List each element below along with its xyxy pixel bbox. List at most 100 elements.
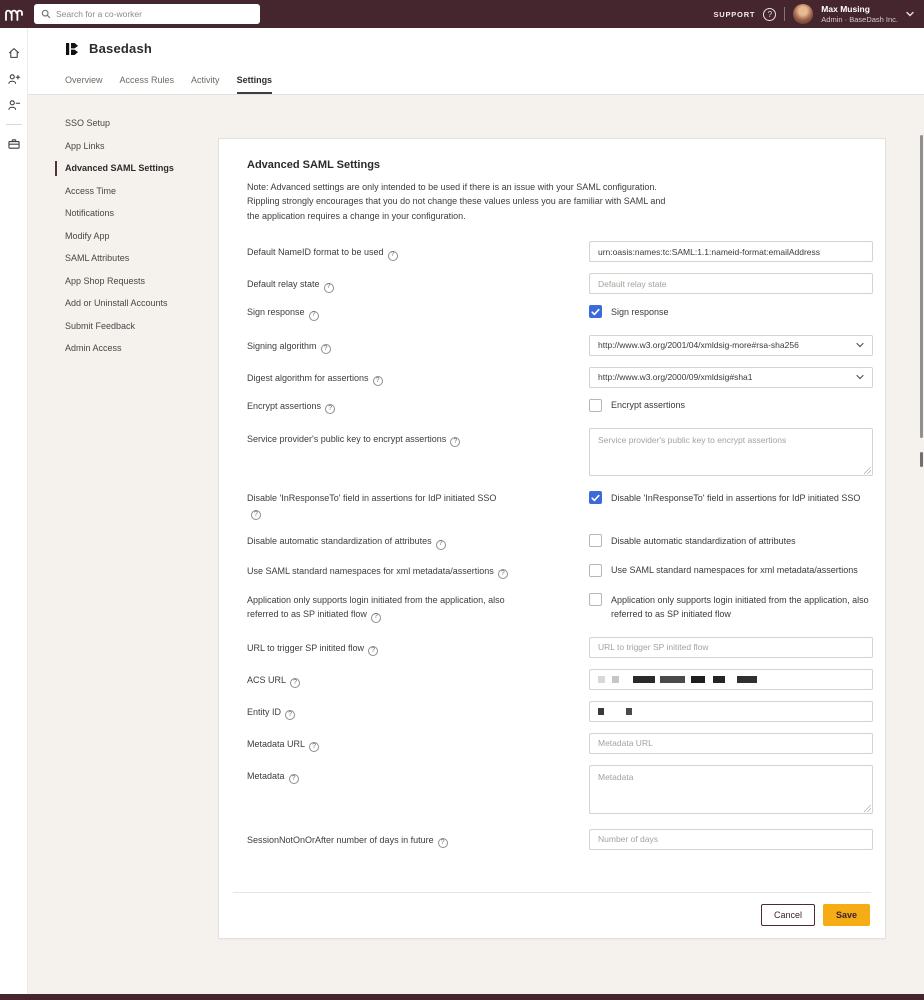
help-icon[interactable]: ? (368, 646, 378, 656)
redaction-block (626, 708, 632, 715)
support-link[interactable]: SUPPORT (713, 10, 755, 19)
checkbox-checked-icon[interactable] (589, 491, 602, 504)
redaction-block (598, 676, 605, 683)
select-value: http://www.w3.org/2001/04/xmldsig-more#r… (598, 340, 799, 350)
help-icon[interactable]: ? (324, 283, 334, 293)
form-row-metadata-url: Metadata URL? (247, 733, 857, 754)
checkbox-unchecked-icon[interactable] (589, 399, 602, 412)
field-control (589, 273, 873, 294)
sp-public-key-textarea[interactable] (589, 428, 873, 476)
form-row-sp-flow-url: URL to trigger SP initited flow? (247, 637, 857, 658)
sidebar-item-add-or-uninstall-accounts[interactable]: Add or Uninstall Accounts (65, 292, 220, 315)
sp-initiated-only-checkbox[interactable]: Application only supports login initiate… (589, 593, 873, 621)
help-icon[interactable]: ? (450, 437, 460, 447)
briefcase-icon[interactable] (0, 131, 28, 157)
sidebar-item-modify-app[interactable]: Modify App (65, 225, 220, 248)
resize-grip-icon[interactable] (864, 467, 871, 474)
save-button[interactable]: Save (823, 904, 870, 926)
help-icon[interactable]: ? (285, 710, 295, 720)
help-icon[interactable]: ? (290, 678, 300, 688)
disable-inresponseto-checkbox[interactable]: Disable 'InResponseTo' field in assertio… (589, 491, 873, 505)
field-label-text: Metadata URL (247, 739, 305, 749)
help-icon[interactable]: ? (371, 613, 381, 623)
tab-activity[interactable]: Activity (191, 75, 220, 94)
tab-overview[interactable]: Overview (65, 75, 103, 94)
home-icon[interactable] (0, 40, 28, 66)
redaction-block (633, 676, 655, 683)
scrollbar-thumb-small[interactable] (920, 452, 923, 467)
session-not-on-or-after-input[interactable] (589, 829, 873, 850)
digest-algorithm-select[interactable]: http://www.w3.org/2000/09/xmldsig#sha1 (589, 367, 873, 388)
sidebar-item-label: SAML Attributes (65, 253, 129, 263)
help-icon[interactable]: ? (251, 510, 261, 520)
form-row-entity-id: Entity ID? (247, 701, 857, 722)
encrypt-assertions-checkbox[interactable]: Encrypt assertions (589, 399, 873, 413)
remove-user-icon[interactable] (0, 92, 28, 118)
field-label: Service provider's public key to encrypt… (247, 428, 509, 447)
disable-standardization-checkbox[interactable]: Disable automatic standardization of att… (589, 534, 873, 548)
field-control: Disable automatic standardization of att… (589, 534, 873, 548)
avatar[interactable] (793, 4, 813, 24)
chevron-down-icon (856, 342, 864, 348)
sidebar-item-app-links[interactable]: App Links (65, 135, 220, 158)
help-icon[interactable]: ? (289, 774, 299, 784)
signing-algorithm-select[interactable]: http://www.w3.org/2001/04/xmldsig-more#r… (589, 335, 873, 356)
checkbox-label: Disable 'InResponseTo' field in assertio… (611, 491, 860, 505)
checkbox-unchecked-icon[interactable] (589, 593, 602, 606)
sidebar-item-access-time[interactable]: Access Time (65, 180, 220, 203)
help-icon[interactable]: ? (309, 742, 319, 752)
page-title: Basedash (89, 41, 152, 56)
panel-title: Advanced SAML Settings (247, 159, 857, 171)
sp-flow-url-input[interactable] (589, 637, 873, 658)
resize-grip-icon[interactable] (864, 805, 871, 812)
cancel-button[interactable]: Cancel (761, 904, 815, 926)
help-icon[interactable]: ? (321, 344, 331, 354)
scrollbar-thumb[interactable] (920, 135, 923, 438)
sidebar-item-submit-feedback[interactable]: Submit Feedback (65, 315, 220, 338)
field-control (589, 701, 873, 722)
field-label-text: Default relay state (247, 279, 320, 289)
field-control (589, 241, 873, 262)
user-menu[interactable]: Max Musing Admin · BaseDash Inc. (821, 4, 898, 24)
sidebar-item-sso-setup[interactable]: SSO Setup (65, 112, 220, 135)
checkbox-unchecked-icon[interactable] (589, 564, 602, 577)
help-icon[interactable]: ? (438, 838, 448, 848)
sidebar-item-label: SSO Setup (65, 118, 110, 128)
tab-access-rules[interactable]: Access Rules (120, 75, 175, 94)
topbar-divider (784, 7, 785, 21)
field-label: Signing algorithm? (247, 335, 509, 354)
tab-settings[interactable]: Settings (237, 75, 273, 94)
chevron-down-icon (856, 374, 864, 380)
sidebar-item-advanced-saml-settings[interactable]: Advanced SAML Settings (65, 157, 220, 180)
help-icon[interactable]: ? (498, 569, 508, 579)
field-label: Default NameID format to be used? (247, 241, 509, 260)
default-relay-state-input[interactable] (589, 273, 873, 294)
help-icon[interactable]: ? (373, 376, 383, 386)
saml-standard-namespaces-checkbox[interactable]: Use SAML standard namespaces for xml met… (589, 564, 873, 578)
checkbox-unchecked-icon[interactable] (589, 534, 602, 547)
top-bar: Search for a co-worker SUPPORT ? Max Mus… (0, 0, 924, 28)
search-input[interactable]: Search for a co-worker (34, 4, 260, 24)
sidebar-item-saml-attributes[interactable]: SAML Attributes (65, 247, 220, 270)
sign-response-checkbox[interactable]: Sign response (589, 305, 873, 319)
add-user-icon[interactable] (0, 66, 28, 92)
default-nameid-format-input[interactable] (589, 241, 873, 262)
sidebar-item-admin-access[interactable]: Admin Access (65, 337, 220, 360)
entity-id-input-redacted[interactable] (589, 701, 873, 722)
sidebar-item-app-shop-requests[interactable]: App Shop Requests (65, 270, 220, 293)
help-icon[interactable]: ? (388, 251, 398, 261)
help-icon[interactable]: ? (325, 404, 335, 414)
tab-bar: Overview Access Rules Activity Settings (65, 75, 272, 94)
metadata-textarea[interactable] (589, 765, 873, 814)
acs-url-input-redacted[interactable] (589, 669, 873, 690)
rippling-logo[interactable] (0, 0, 28, 28)
redaction-block (713, 676, 725, 683)
field-control (589, 637, 873, 658)
help-icon[interactable]: ? (309, 311, 319, 321)
help-icon[interactable]: ? (763, 8, 776, 21)
help-icon[interactable]: ? (436, 540, 446, 550)
chevron-down-icon[interactable] (906, 11, 914, 17)
sidebar-item-notifications[interactable]: Notifications (65, 202, 220, 225)
checkbox-checked-icon[interactable] (589, 305, 602, 318)
metadata-url-input[interactable] (589, 733, 873, 754)
